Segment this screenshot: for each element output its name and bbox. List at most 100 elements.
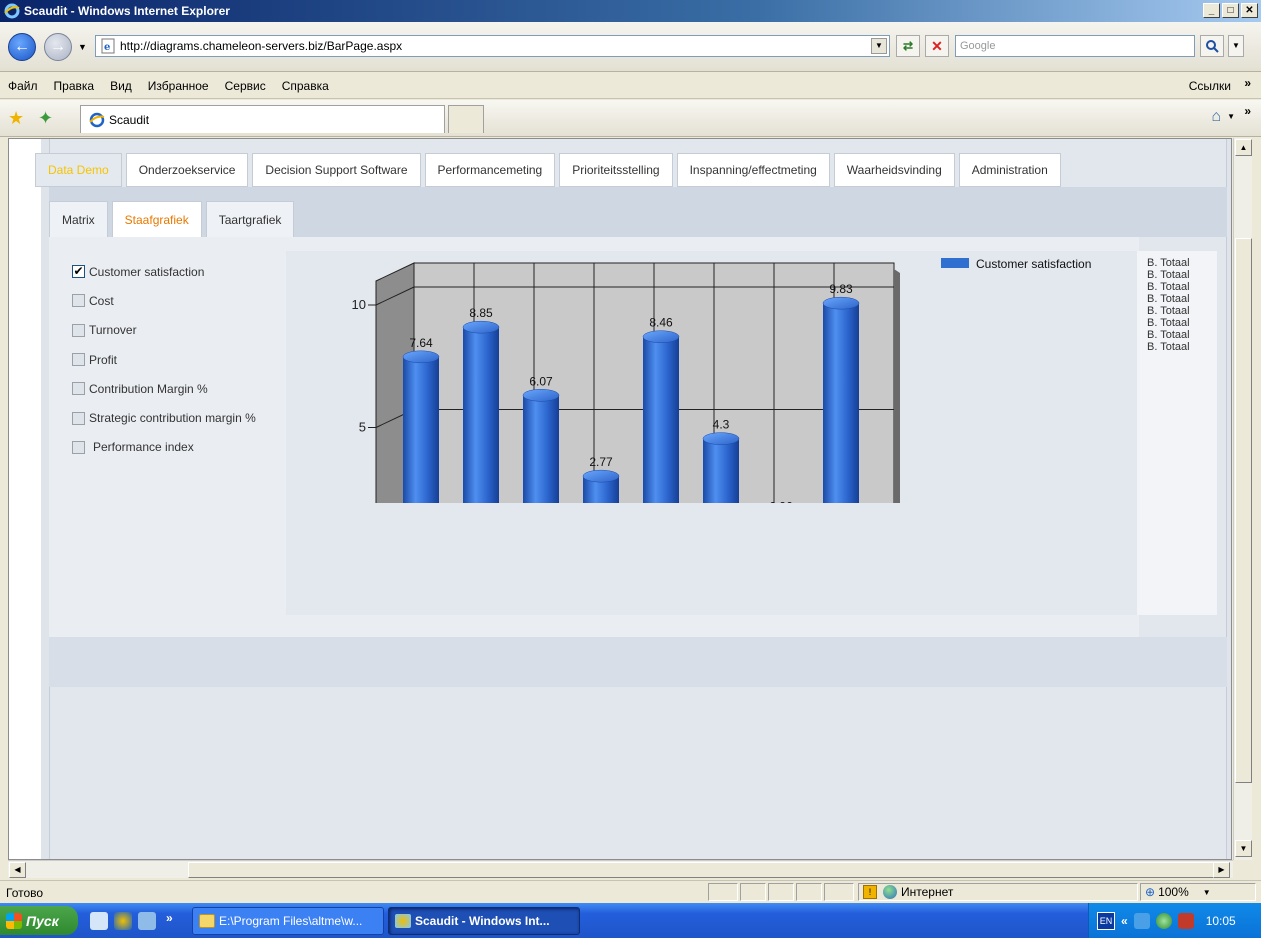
bar-cap bbox=[522, 389, 560, 402]
maximize-button[interactable]: □ bbox=[1222, 3, 1239, 18]
checkbox-icon[interactable] bbox=[72, 294, 85, 308]
task-ie[interactable]: Scaudit - Windows Int... bbox=[388, 907, 580, 935]
security-tray-icon[interactable] bbox=[1155, 912, 1172, 929]
status-cell bbox=[824, 883, 854, 901]
browser-tab-scaudit[interactable]: Scaudit bbox=[80, 105, 445, 133]
start-label: Пуск bbox=[26, 912, 59, 929]
vertical-scrollbar[interactable]: ▲ ▼ bbox=[1233, 138, 1252, 860]
stop-button[interactable]: ✕ bbox=[925, 35, 949, 57]
zoom-control[interactable]: ⊕ 100% ▼ bbox=[1140, 883, 1256, 901]
ie-quicklaunch-icon[interactable] bbox=[114, 912, 132, 930]
y-tick-label: 10 bbox=[352, 297, 366, 312]
favorites-star-icon[interactable]: ★ bbox=[8, 108, 24, 129]
new-tab-button[interactable] bbox=[448, 105, 484, 133]
data-label: 2.77 bbox=[589, 455, 613, 469]
checkbox-icon[interactable] bbox=[72, 382, 85, 396]
checkbox-icon[interactable] bbox=[72, 440, 85, 454]
legend-item: B. Totaal bbox=[1147, 269, 1190, 281]
home-icon[interactable]: ⌂ bbox=[1211, 108, 1221, 126]
scroll-down-icon[interactable]: ▼ bbox=[1235, 840, 1252, 857]
arrow-right-icon: → bbox=[50, 38, 66, 55]
zoom-icon: ⊕ bbox=[1145, 885, 1156, 899]
close-button[interactable]: ✕ bbox=[1241, 3, 1258, 18]
data-label: 4.3 bbox=[713, 418, 730, 432]
scroll-up-icon[interactable]: ▲ bbox=[1235, 139, 1252, 156]
chevron-right-icon[interactable]: » bbox=[1244, 76, 1251, 90]
subtab-matrix[interactable]: Matrix bbox=[49, 201, 108, 237]
search-button[interactable] bbox=[1200, 35, 1224, 57]
windows-logo-icon bbox=[6, 912, 22, 929]
checkbox-checked-icon[interactable]: ✔ bbox=[72, 265, 85, 279]
tab-data-demo[interactable]: Data Demo bbox=[35, 153, 122, 187]
show-desktop-icon[interactable] bbox=[90, 912, 108, 930]
status-text: Готово bbox=[6, 886, 44, 900]
check-contribution-margin[interactable]: Contribution Margin % bbox=[72, 374, 256, 403]
check-label: Turnover bbox=[89, 323, 137, 338]
bar-cylinder bbox=[403, 356, 439, 503]
vertical-scroll-thumb[interactable] bbox=[1235, 238, 1252, 783]
legend-item: B. Totaal bbox=[1147, 257, 1190, 269]
status-cell bbox=[740, 883, 766, 901]
history-dropdown-icon[interactable]: ▼ bbox=[78, 42, 87, 52]
scroll-left-icon[interactable]: ◀ bbox=[9, 862, 26, 878]
check-performance-index[interactable]: Performance index bbox=[72, 433, 256, 462]
status-cell bbox=[768, 883, 794, 901]
links-label[interactable]: Ссылки bbox=[1189, 79, 1231, 93]
start-button[interactable]: Пуск bbox=[0, 906, 78, 935]
check-label: Profit bbox=[89, 352, 118, 367]
url-text[interactable]: http://diagrams.chameleon-servers.biz/Ba… bbox=[120, 39, 402, 53]
menu-favorites[interactable]: Избранное bbox=[140, 79, 217, 93]
check-profit[interactable]: Profit bbox=[72, 345, 256, 374]
task-explorer[interactable]: E:\Program Files\altme\w... bbox=[192, 907, 384, 935]
network-tray-icon[interactable] bbox=[1133, 912, 1150, 929]
legend-item: B. Totaal bbox=[1147, 317, 1190, 329]
menu-help[interactable]: Справка bbox=[274, 79, 337, 93]
add-favorite-icon[interactable]: ✦ bbox=[38, 108, 53, 129]
menu-file[interactable]: Файл bbox=[0, 79, 46, 93]
sub-tabs: Matrix Staafgrafiek Taartgrafiek bbox=[49, 201, 295, 237]
clock: 10:05 bbox=[1205, 913, 1236, 928]
check-turnover[interactable]: Turnover bbox=[72, 316, 256, 345]
refresh-button[interactable]: ⇄ bbox=[896, 35, 920, 57]
check-label: Customer satisfaction bbox=[89, 264, 205, 279]
menu-edit[interactable]: Правка bbox=[46, 79, 103, 93]
subtab-taartgrafiek[interactable]: Taartgrafiek bbox=[205, 201, 295, 237]
task-label: E:\Program Files\altme\w... bbox=[219, 914, 363, 928]
network-quicklaunch-icon[interactable] bbox=[138, 912, 156, 930]
security-zone[interactable]: ! Интернет bbox=[858, 883, 1138, 901]
subtab-staafgrafiek[interactable]: Staafgrafiek bbox=[111, 201, 202, 237]
back-button[interactable]: ← bbox=[8, 33, 36, 61]
ie-window: Scaudit - Windows Internet Explorer _ □ … bbox=[0, 0, 1261, 938]
tray-expand-icon[interactable]: « bbox=[1121, 914, 1128, 928]
window-title: Scaudit - Windows Internet Explorer bbox=[24, 4, 230, 18]
zoom-dropdown-icon[interactable]: ▼ bbox=[1203, 888, 1211, 897]
menu-view[interactable]: Вид bbox=[102, 79, 140, 93]
horizontal-scroll-thumb[interactable] bbox=[188, 862, 1218, 878]
quicklaunch-more-icon[interactable]: » bbox=[166, 911, 173, 925]
check-cost[interactable]: Cost bbox=[72, 286, 256, 315]
checkbox-icon[interactable] bbox=[72, 411, 85, 425]
chevron-right-icon[interactable]: » bbox=[1244, 104, 1251, 118]
zonealarm-tray-icon[interactable] bbox=[1177, 912, 1194, 929]
page-icon: e bbox=[101, 38, 115, 54]
url-dropdown-icon[interactable]: ▼ bbox=[871, 38, 887, 54]
check-strategic-contribution-margin[interactable]: Strategic contribution margin % bbox=[72, 403, 256, 432]
forward-button[interactable]: → bbox=[44, 33, 72, 61]
search-input[interactable]: Google bbox=[955, 35, 1195, 57]
search-options-dropdown-icon[interactable]: ▼ bbox=[1228, 35, 1244, 57]
tab-onderzoekservice[interactable]: Onderzoekservice bbox=[125, 153, 249, 187]
bar-chart: 05107.64B8.85B6.07B2.77B8.46B4.3B0.96B9.… bbox=[352, 257, 1091, 503]
data-label: 8.46 bbox=[649, 316, 673, 330]
language-indicator[interactable]: EN bbox=[1097, 911, 1115, 930]
checkbox-icon[interactable] bbox=[72, 353, 85, 367]
home-dropdown-icon[interactable]: ▼ bbox=[1227, 112, 1235, 121]
address-bar[interactable]: e http://diagrams.chameleon-servers.biz/… bbox=[95, 35, 890, 57]
check-customer-satisfaction[interactable]: ✔ Customer satisfaction bbox=[72, 257, 256, 286]
system-tray: EN « 10:05 bbox=[1088, 903, 1261, 938]
minimize-button[interactable]: _ bbox=[1203, 3, 1220, 18]
status-cell bbox=[796, 883, 822, 901]
scroll-right-icon[interactable]: ▶ bbox=[1213, 862, 1230, 878]
horizontal-scrollbar[interactable]: ◀ ▶ bbox=[8, 860, 1233, 878]
checkbox-icon[interactable] bbox=[72, 323, 85, 337]
menu-tools[interactable]: Сервис bbox=[217, 79, 274, 93]
